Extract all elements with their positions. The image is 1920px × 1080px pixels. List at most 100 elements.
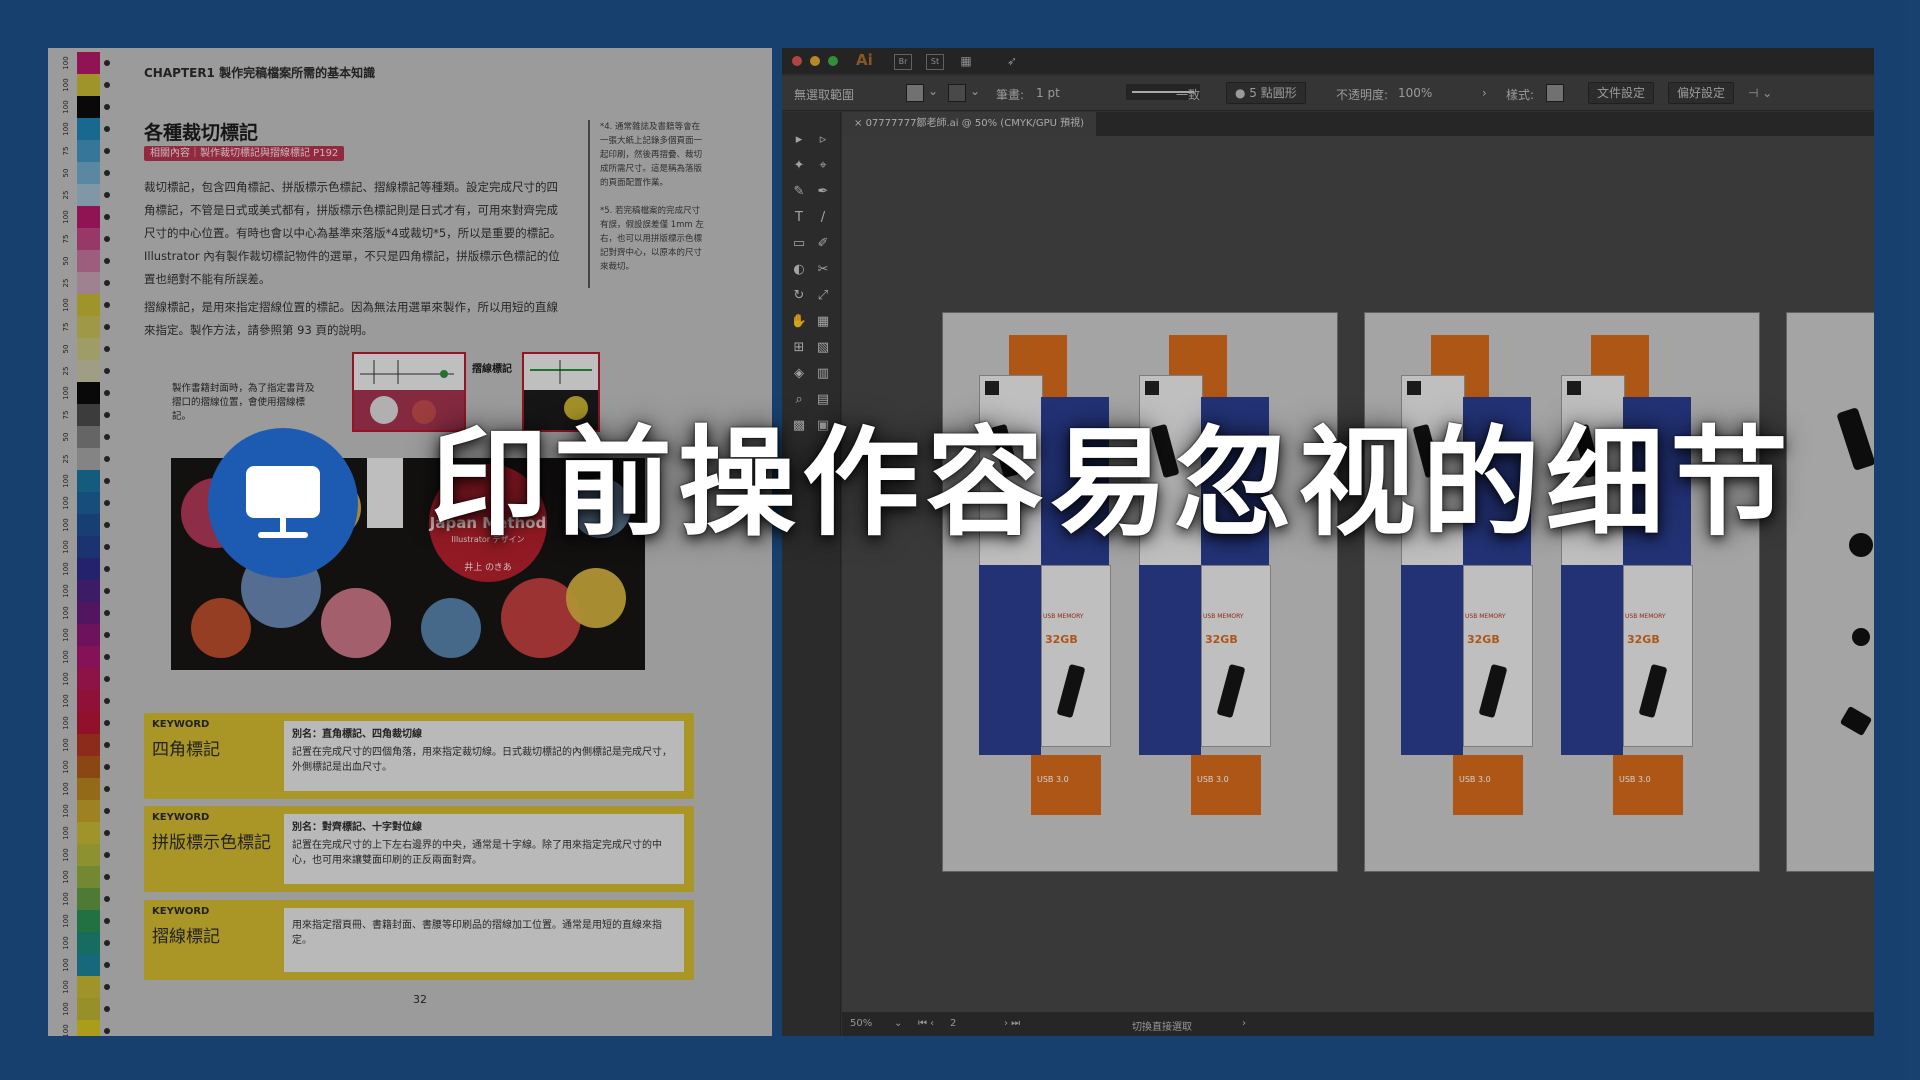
color-bar-percent: 100 bbox=[62, 122, 70, 136]
tool-button[interactable]: ✒ bbox=[812, 182, 834, 202]
qr-code bbox=[1407, 381, 1421, 395]
keyword-description: 別名：對齊標記、十字對位線 記置在完成尺寸的上下左右邊界的中央，通常是十字線。除… bbox=[284, 814, 684, 884]
zoom-level[interactable]: 50% bbox=[850, 1018, 872, 1029]
stroke-swatch[interactable] bbox=[948, 84, 966, 102]
registration-dot bbox=[104, 632, 110, 638]
artboard-number[interactable]: 2 bbox=[950, 1018, 956, 1029]
tool-button[interactable]: ▥ bbox=[812, 364, 834, 384]
tool-button[interactable]: ⌖ bbox=[812, 156, 834, 176]
fill-swatch[interactable] bbox=[906, 84, 924, 102]
align-options-icon[interactable]: ⊣ ⌄ bbox=[1748, 86, 1772, 100]
color-bar-swatch bbox=[77, 800, 100, 822]
tool-button[interactable]: ◈ bbox=[788, 364, 810, 384]
tool-button[interactable]: ▦ bbox=[812, 312, 834, 332]
opacity-value[interactable]: 100% bbox=[1398, 86, 1432, 100]
minimize-window-button[interactable] bbox=[810, 56, 820, 66]
tool-button[interactable]: ▸ bbox=[788, 130, 810, 150]
color-bar-row: 100 bbox=[48, 756, 118, 778]
chevron-right-icon[interactable]: › bbox=[1482, 86, 1487, 100]
keyword-label: KEYWORD bbox=[152, 812, 210, 823]
registration-dot bbox=[104, 984, 110, 990]
workspace-grid-icon[interactable]: ▦ bbox=[958, 54, 974, 68]
color-bar-swatch bbox=[77, 690, 100, 712]
color-bar-swatch bbox=[77, 74, 100, 96]
tool-button[interactable]: ▭ bbox=[788, 234, 810, 254]
stroke-weight-value[interactable]: 1 pt bbox=[1036, 86, 1060, 100]
canvas-area[interactable]: 32GB USB 3.0 USB MEMORY 32GB USB 3.0 USB MEMO… bbox=[842, 136, 1874, 1012]
color-bar-row: 100 bbox=[48, 470, 118, 492]
zoom-window-button[interactable] bbox=[828, 56, 838, 66]
graphic-style-swatch[interactable] bbox=[1546, 84, 1564, 102]
chevron-down-icon[interactable]: ⌄ bbox=[928, 84, 938, 98]
color-bar-percent: 75 bbox=[62, 410, 70, 420]
tool-button[interactable]: ✂ bbox=[812, 260, 834, 280]
registration-dot bbox=[104, 324, 110, 330]
brush-dot-icon: ● bbox=[1235, 86, 1250, 100]
bridge-icon[interactable]: Br bbox=[894, 54, 912, 70]
color-bar-row: 25 bbox=[48, 272, 118, 294]
registration-dot bbox=[104, 720, 110, 726]
tool-button[interactable]: ✎ bbox=[788, 182, 810, 202]
keyword-term: 拼版標示色標記 bbox=[152, 833, 271, 853]
artboard-3[interactable] bbox=[1786, 312, 1874, 872]
color-bar-percent: 75 bbox=[62, 146, 70, 156]
brush-selector[interactable]: ● 5 點圓形 bbox=[1226, 82, 1306, 104]
tool-button[interactable]: ▤ bbox=[812, 390, 834, 410]
color-bar-swatch bbox=[77, 96, 100, 118]
next-artboard-icon[interactable]: › ⏭ bbox=[1004, 1018, 1020, 1029]
color-bar-swatch bbox=[77, 206, 100, 228]
close-icon[interactable]: × bbox=[854, 118, 866, 129]
color-bar-swatch bbox=[77, 118, 100, 140]
color-bar-row: 75 bbox=[48, 316, 118, 338]
registration-dot bbox=[104, 500, 110, 506]
preferences-button[interactable]: 偏好設定 bbox=[1668, 82, 1735, 104]
package-flap-bottom bbox=[1453, 755, 1523, 815]
tool-button[interactable]: ▹ bbox=[812, 130, 834, 150]
tool-button[interactable]: ⊞ bbox=[788, 338, 810, 358]
stock-icon[interactable]: St bbox=[926, 54, 944, 70]
tool-button[interactable]: ✋ bbox=[788, 312, 810, 332]
registration-dot bbox=[104, 412, 110, 418]
tool-button[interactable]: / bbox=[812, 208, 834, 228]
artboard-2[interactable]: 32GB USB 3.0 USB MEMORY 32GB USB 3.0 USB MEMO… bbox=[1364, 312, 1760, 872]
color-bar-swatch bbox=[77, 998, 100, 1020]
keyword-alias: 別名：對齊標記、十字對位線 bbox=[292, 822, 422, 833]
color-bar-percent: 25 bbox=[62, 278, 70, 288]
tool-button[interactable]: ↻ bbox=[788, 286, 810, 306]
qr-code bbox=[1145, 381, 1159, 395]
color-bar-percent: 100 bbox=[62, 100, 70, 114]
tool-button[interactable]: ⤢ bbox=[812, 286, 834, 306]
color-bar-row: 100 bbox=[48, 1020, 118, 1036]
color-bar-percent: 100 bbox=[62, 298, 70, 312]
stroke-style-value[interactable]: 一致 bbox=[1176, 86, 1200, 103]
color-bar-percent: 100 bbox=[62, 1002, 70, 1016]
color-bar-swatch bbox=[77, 294, 100, 316]
registration-dot bbox=[104, 588, 110, 594]
monitor-icon bbox=[246, 466, 320, 538]
rocket-icon[interactable]: ➶ bbox=[1004, 54, 1020, 68]
chevron-down-icon[interactable]: ⌄ bbox=[970, 84, 980, 98]
tool-button[interactable]: ▧ bbox=[812, 338, 834, 358]
status-hint: 切換直接選取 bbox=[1132, 1022, 1192, 1033]
style-label: 樣式: bbox=[1506, 88, 1535, 102]
color-bar-row: 100 bbox=[48, 536, 118, 558]
footnote-5: *5. 若完稿檔案的完成尺寸有誤，假設誤差僅 1mm 左右，也可以用拼版標示色標… bbox=[600, 206, 704, 272]
color-bar-percent: 100 bbox=[62, 540, 70, 554]
tool-button[interactable]: ⌕ bbox=[788, 390, 810, 410]
first-artboard-icon[interactable]: ⏮ ‹ bbox=[918, 1018, 934, 1029]
document-tab[interactable]: × 07777777鄒老師.ai @ 50% (CMYK/GPU 預視) bbox=[842, 112, 1097, 136]
chevron-right-icon[interactable]: › bbox=[1242, 1018, 1246, 1029]
color-bar-row: 100 bbox=[48, 646, 118, 668]
tool-button[interactable]: T bbox=[788, 208, 810, 228]
color-bar-row: 100 bbox=[48, 866, 118, 888]
artboard-1[interactable]: 32GB USB 3.0 USB MEMORY 32GB USB 3.0 USB MEMO… bbox=[942, 312, 1338, 872]
tool-button[interactable]: ✐ bbox=[812, 234, 834, 254]
document-setup-button[interactable]: 文件設定 bbox=[1588, 82, 1655, 104]
tool-button[interactable]: ◐ bbox=[788, 260, 810, 280]
body-paragraph-2: 摺線標記，是用來指定摺線位置的標記。因為無法用選單來製作，所以用短的直線來指定。… bbox=[144, 300, 558, 337]
close-window-button[interactable] bbox=[792, 56, 802, 66]
body-paragraph-1: 裁切標記，包含四角標記、拼版標示色標記、摺線標記等種類。設定完成尺寸的四角標記，… bbox=[144, 180, 562, 286]
tool-button[interactable]: ✦ bbox=[788, 156, 810, 176]
chevron-down-icon[interactable]: ⌄ bbox=[894, 1018, 902, 1029]
keyword-label: KEYWORD bbox=[152, 906, 210, 917]
